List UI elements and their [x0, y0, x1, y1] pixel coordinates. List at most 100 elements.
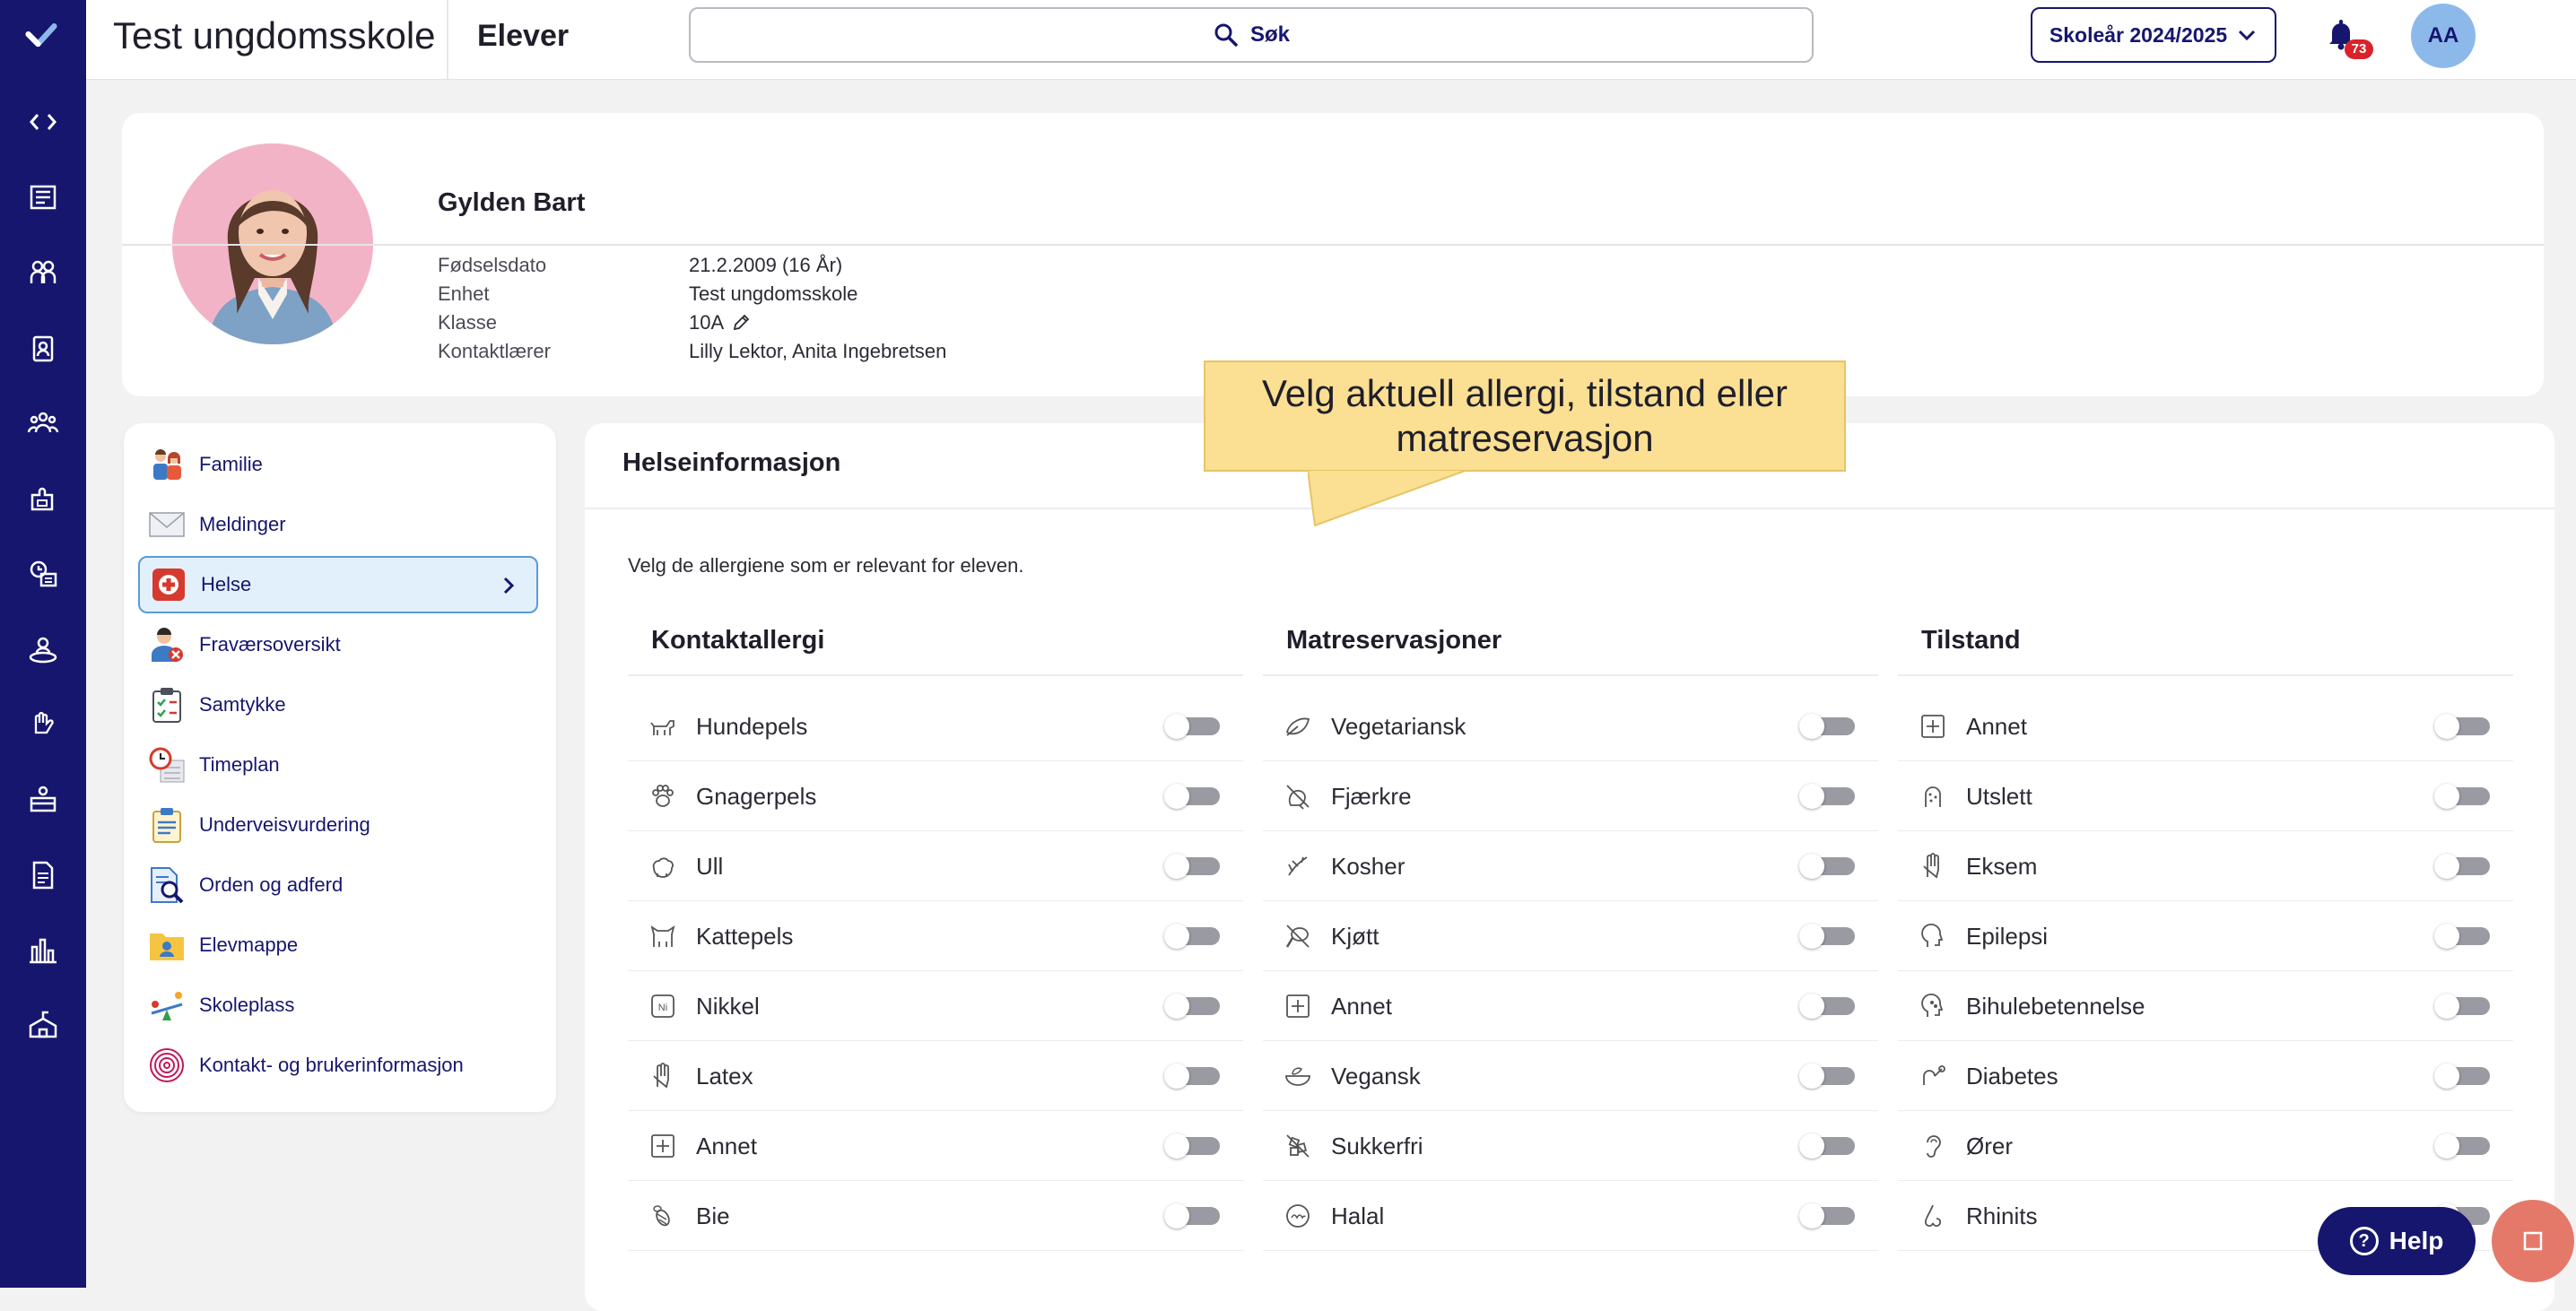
menu-item-skoleplass[interactable]: Skoleplass	[138, 977, 538, 1034]
menu-item-helse[interactable]: Helse	[138, 556, 538, 613]
info-row-class: Klasse 10A	[438, 308, 946, 337]
option-kattepels[interactable]: Kattepels	[628, 902, 1243, 971]
info-row-unit: Enhet Test ungdomsskole	[438, 280, 946, 308]
section-title: Elever	[477, 19, 570, 53]
option-kjott[interactable]: Kjøtt	[1263, 902, 1878, 971]
menu-item-familie[interactable]: Familie	[138, 436, 538, 493]
option-toggle[interactable]	[2434, 854, 2490, 879]
option-toggle[interactable]	[1799, 714, 1855, 739]
option-toggle[interactable]	[2434, 714, 2490, 739]
menu-item-samtykke[interactable]: Samtykke	[138, 676, 538, 734]
option-kosher[interactable]: Kosher	[1263, 832, 1878, 901]
menu-item-underveisvurdering[interactable]: Underveisvurdering	[138, 796, 538, 854]
option-toggle[interactable]	[1164, 1064, 1220, 1089]
option-toggle[interactable]	[1164, 714, 1220, 739]
menu-item-label: Samtykke	[199, 693, 286, 716]
person-circle-icon[interactable]	[25, 631, 61, 667]
menu-item-label: Meldinger	[199, 513, 286, 535]
option-toggle[interactable]	[1164, 784, 1220, 809]
option-annet[interactable]: Annet	[628, 1112, 1243, 1181]
id-badge-icon[interactable]	[25, 330, 61, 366]
option-bie[interactable]: Bie	[628, 1182, 1243, 1251]
menu-item-fravarsoversikt[interactable]: Fraværsoversikt	[138, 616, 538, 673]
option-annet[interactable]: Annet	[1263, 972, 1878, 1041]
option-halal[interactable]: Halal	[1263, 1182, 1878, 1251]
option-gnagerpels[interactable]: Gnagerpels	[628, 762, 1243, 831]
group-icon[interactable]	[25, 255, 61, 291]
option-toggle[interactable]	[1164, 1203, 1220, 1229]
option-toggle[interactable]	[1799, 854, 1855, 879]
menu-item-orden-og-adferd[interactable]: Orden og adferd	[138, 856, 538, 914]
schedule-icon[interactable]	[25, 556, 61, 592]
option-toggle[interactable]	[1164, 994, 1220, 1019]
option-label: Halal	[1331, 1202, 1385, 1229]
option-vegansk[interactable]: Vegansk	[1263, 1042, 1878, 1111]
option-annet[interactable]: Annet	[1898, 692, 2513, 761]
option-ull[interactable]: Ull	[628, 832, 1243, 901]
collapse-icon[interactable]	[25, 104, 61, 140]
chat-launcher-icon[interactable]	[2492, 1200, 2574, 1282]
puzzle-icon[interactable]	[25, 481, 61, 517]
option-nikkel[interactable]: Ni Nikkel	[628, 972, 1243, 1041]
option-epilepsi[interactable]: Epilepsi	[1898, 902, 2513, 971]
option-toggle[interactable]	[2434, 1064, 2490, 1089]
option-toggle[interactable]	[1799, 1133, 1855, 1159]
option-hundepels[interactable]: Hundepels	[628, 692, 1243, 761]
option-toggle[interactable]	[1164, 1133, 1220, 1159]
news-icon[interactable]	[25, 179, 61, 215]
option-toggle[interactable]	[1799, 1064, 1855, 1089]
option-latex[interactable]: Latex	[628, 1042, 1243, 1111]
seesaw-icon	[147, 985, 187, 1025]
bee-icon	[648, 1201, 678, 1231]
menu-item-kontakt-og-brukerinformasjon[interactable]: Kontakt- og brukerinformasjon	[138, 1037, 538, 1094]
option-label: Latex	[696, 1062, 753, 1090]
info-value: Test ungdomsskole	[689, 282, 858, 305]
menu-item-label: Skoleplass	[199, 994, 295, 1016]
school-year-select[interactable]: Skoleår 2024/2025	[2031, 7, 2276, 63]
help-button[interactable]: ? Help	[2318, 1207, 2476, 1275]
option-toggle[interactable]	[2434, 994, 2490, 1019]
option-vegetariansk[interactable]: Vegetariansk	[1263, 692, 1878, 761]
option-toggle[interactable]	[1164, 924, 1220, 949]
option-toggle[interactable]	[1799, 994, 1855, 1019]
desk-icon[interactable]	[25, 782, 61, 818]
menu-item-meldinger[interactable]: Meldinger	[138, 496, 538, 553]
option-bihulebetennelse[interactable]: Bihulebetennelse	[1898, 972, 2513, 1041]
menu-item-timeplan[interactable]: Timeplan	[138, 736, 538, 794]
raised-hand-icon[interactable]	[25, 707, 61, 742]
plus-box-icon	[1283, 991, 1313, 1021]
halal-icon	[1283, 1201, 1313, 1231]
kosher-icon	[1283, 851, 1313, 881]
option-sukkerfri[interactable]: Sukkerfri	[1263, 1112, 1878, 1181]
menu-item-elevmappe[interactable]: Elevmappe	[138, 916, 538, 974]
option-toggle[interactable]	[1799, 924, 1855, 949]
student-info-list: Fødselsdato 21.2.2009 (16 År) Enhet Test…	[438, 251, 946, 366]
option-toggle[interactable]	[2434, 784, 2490, 809]
people-icon[interactable]	[25, 405, 61, 441]
document-search-icon	[147, 865, 187, 905]
option-label: Annet	[1966, 712, 2027, 740]
option-toggle[interactable]	[2434, 924, 2490, 949]
app-logo-icon[interactable]	[25, 20, 61, 52]
pencil-edit-icon[interactable]	[731, 313, 751, 333]
school-icon[interactable]	[25, 1008, 61, 1044]
user-avatar[interactable]: AA	[2411, 4, 2476, 68]
option-label: Bihulebetennelse	[1966, 992, 2145, 1020]
option-toggle[interactable]	[1164, 854, 1220, 879]
option-toggle[interactable]	[1799, 784, 1855, 809]
option-label: Diabetes	[1966, 1062, 2058, 1090]
document-icon[interactable]	[25, 857, 61, 893]
option-fjaerkre[interactable]: Fjærkre	[1263, 762, 1878, 831]
option-label: Ull	[696, 852, 724, 880]
paw-icon	[648, 781, 678, 812]
option-utslett[interactable]: Utslett	[1898, 762, 2513, 831]
header-divider	[447, 0, 448, 79]
search-input[interactable]: Søk	[689, 7, 1814, 63]
option-toggle[interactable]	[2434, 1133, 2490, 1159]
option-diabetes[interactable]: Diabetes	[1898, 1042, 2513, 1111]
option-eksem[interactable]: Eksem	[1898, 832, 2513, 901]
option-toggle[interactable]	[1799, 1203, 1855, 1229]
menu-item-label: Orden og adferd	[199, 873, 344, 896]
bar-chart-icon[interactable]	[25, 933, 61, 968]
option-orer[interactable]: Ører	[1898, 1112, 2513, 1181]
